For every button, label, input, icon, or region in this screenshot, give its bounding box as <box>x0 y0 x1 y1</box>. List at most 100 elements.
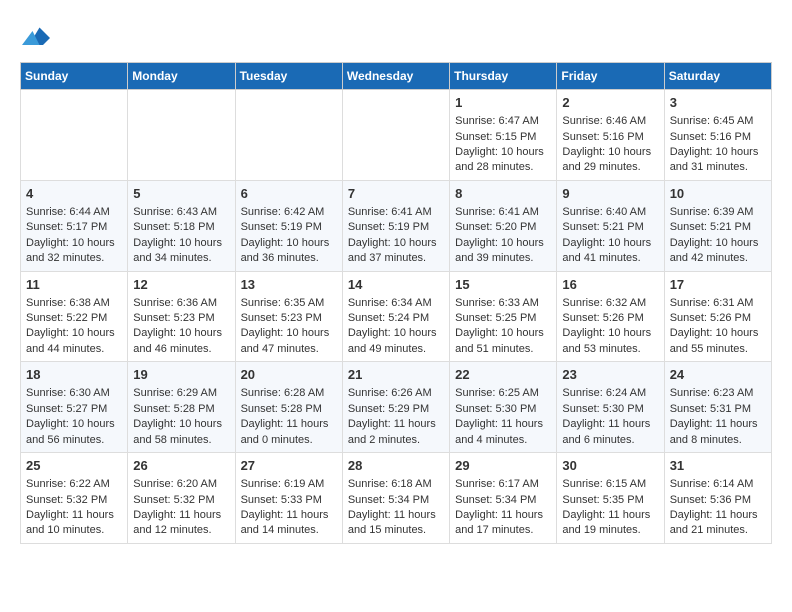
calendar-cell: 12Sunrise: 6:36 AMSunset: 5:23 PMDayligh… <box>128 271 235 362</box>
day-info: Daylight: 11 hours and 8 minutes. <box>670 417 766 448</box>
day-number: 25 <box>26 457 122 475</box>
day-info: Sunrise: 6:45 AM <box>670 114 766 129</box>
day-info: Daylight: 10 hours and 47 minutes. <box>241 326 337 357</box>
day-info: Daylight: 10 hours and 39 minutes. <box>455 236 551 267</box>
day-info: Sunset: 5:23 PM <box>241 311 337 326</box>
day-info: Daylight: 10 hours and 56 minutes. <box>26 417 122 448</box>
day-info: Daylight: 10 hours and 32 minutes. <box>26 236 122 267</box>
day-number: 13 <box>241 276 337 294</box>
day-number: 27 <box>241 457 337 475</box>
day-number: 1 <box>455 94 551 112</box>
day-number: 29 <box>455 457 551 475</box>
calendar-header-row: SundayMondayTuesdayWednesdayThursdayFrid… <box>21 63 772 90</box>
day-info: Sunset: 5:34 PM <box>348 493 444 508</box>
day-info: Daylight: 10 hours and 34 minutes. <box>133 236 229 267</box>
calendar-cell: 4Sunrise: 6:44 AMSunset: 5:17 PMDaylight… <box>21 180 128 271</box>
day-info: Sunrise: 6:38 AM <box>26 296 122 311</box>
day-number: 31 <box>670 457 766 475</box>
calendar-week-5: 25Sunrise: 6:22 AMSunset: 5:32 PMDayligh… <box>21 453 772 544</box>
day-number: 11 <box>26 276 122 294</box>
calendar-cell: 14Sunrise: 6:34 AMSunset: 5:24 PMDayligh… <box>342 271 449 362</box>
calendar-cell: 23Sunrise: 6:24 AMSunset: 5:30 PMDayligh… <box>557 362 664 453</box>
calendar-cell: 16Sunrise: 6:32 AMSunset: 5:26 PMDayligh… <box>557 271 664 362</box>
calendar-header-saturday: Saturday <box>664 63 771 90</box>
day-info: Sunrise: 6:39 AM <box>670 205 766 220</box>
day-info: Sunset: 5:18 PM <box>133 220 229 235</box>
calendar-cell: 28Sunrise: 6:18 AMSunset: 5:34 PMDayligh… <box>342 453 449 544</box>
calendar-header-sunday: Sunday <box>21 63 128 90</box>
day-info: Sunset: 5:17 PM <box>26 220 122 235</box>
calendar-cell <box>342 90 449 181</box>
day-info: Sunrise: 6:17 AM <box>455 477 551 492</box>
day-number: 2 <box>562 94 658 112</box>
day-info: Sunrise: 6:36 AM <box>133 296 229 311</box>
logo-icon <box>22 24 50 52</box>
calendar-cell: 26Sunrise: 6:20 AMSunset: 5:32 PMDayligh… <box>128 453 235 544</box>
calendar-cell: 6Sunrise: 6:42 AMSunset: 5:19 PMDaylight… <box>235 180 342 271</box>
day-info: Daylight: 10 hours and 49 minutes. <box>348 326 444 357</box>
day-info: Sunset: 5:15 PM <box>455 130 551 145</box>
calendar-cell: 3 Sunrise: 6:45 AMSunset: 5:16 PMDaylight… <box>664 90 771 181</box>
day-info: Sunset: 5:23 PM <box>133 311 229 326</box>
day-number: 12 <box>133 276 229 294</box>
calendar-week-2: 4Sunrise: 6:44 AMSunset: 5:17 PMDaylight… <box>21 180 772 271</box>
calendar-cell: 22Sunrise: 6:25 AMSunset: 5:30 PMDayligh… <box>450 362 557 453</box>
day-info: Sunset: 5:24 PM <box>348 311 444 326</box>
day-info: Sunset: 5:28 PM <box>133 402 229 417</box>
day-info: Sunrise: 6:41 AM <box>348 205 444 220</box>
day-info: Sunrise: 6:29 AM <box>133 386 229 401</box>
day-number: 20 <box>241 366 337 384</box>
day-info: Daylight: 11 hours and 6 minutes. <box>562 417 658 448</box>
calendar-table: SundayMondayTuesdayWednesdayThursdayFrid… <box>20 62 772 544</box>
day-info: Sunrise: 6:24 AM <box>562 386 658 401</box>
day-number: 9 <box>562 185 658 203</box>
calendar-cell: 19Sunrise: 6:29 AMSunset: 5:28 PMDayligh… <box>128 362 235 453</box>
day-info: Sunset: 5:21 PM <box>670 220 766 235</box>
day-number: 8 <box>455 185 551 203</box>
calendar-cell: 11Sunrise: 6:38 AMSunset: 5:22 PMDayligh… <box>21 271 128 362</box>
day-info: Daylight: 11 hours and 4 minutes. <box>455 417 551 448</box>
day-info: Daylight: 10 hours and 51 minutes. <box>455 326 551 357</box>
day-info: Sunset: 5:31 PM <box>670 402 766 417</box>
day-info: Sunrise: 6:33 AM <box>455 296 551 311</box>
day-info: Sunrise: 6:47 AM <box>455 114 551 129</box>
day-info: Daylight: 10 hours and 53 minutes. <box>562 326 658 357</box>
day-info: Daylight: 10 hours and 58 minutes. <box>133 417 229 448</box>
day-info: Sunset: 5:21 PM <box>562 220 658 235</box>
day-info: Sunset: 5:29 PM <box>348 402 444 417</box>
page-header <box>20 20 772 52</box>
day-number: 26 <box>133 457 229 475</box>
day-info: Sunset: 5:30 PM <box>562 402 658 417</box>
day-number: 14 <box>348 276 444 294</box>
calendar-cell: 20Sunrise: 6:28 AMSunset: 5:28 PMDayligh… <box>235 362 342 453</box>
calendar-header-monday: Monday <box>128 63 235 90</box>
calendar-cell: 21Sunrise: 6:26 AMSunset: 5:29 PMDayligh… <box>342 362 449 453</box>
day-info: Sunrise: 6:41 AM <box>455 205 551 220</box>
day-info: Sunset: 5:32 PM <box>26 493 122 508</box>
day-info: Daylight: 11 hours and 19 minutes. <box>562 508 658 539</box>
day-info: Sunrise: 6:19 AM <box>241 477 337 492</box>
day-info: Daylight: 10 hours and 31 minutes. <box>670 145 766 176</box>
calendar-cell: 5Sunrise: 6:43 AMSunset: 5:18 PMDaylight… <box>128 180 235 271</box>
day-number: 3 <box>670 94 766 112</box>
calendar-cell: 2Sunrise: 6:46 AMSunset: 5:16 PMDaylight… <box>557 90 664 181</box>
day-info: Sunrise: 6:28 AM <box>241 386 337 401</box>
day-info: Sunset: 5:16 PM <box>562 130 658 145</box>
day-info: Sunrise: 6:20 AM <box>133 477 229 492</box>
calendar-cell: 15Sunrise: 6:33 AMSunset: 5:25 PMDayligh… <box>450 271 557 362</box>
calendar-cell: 18Sunrise: 6:30 AMSunset: 5:27 PMDayligh… <box>21 362 128 453</box>
calendar-header-thursday: Thursday <box>450 63 557 90</box>
day-number: 24 <box>670 366 766 384</box>
day-number: 7 <box>348 185 444 203</box>
day-info: Daylight: 11 hours and 10 minutes. <box>26 508 122 539</box>
calendar-header-tuesday: Tuesday <box>235 63 342 90</box>
day-info: Daylight: 10 hours and 41 minutes. <box>562 236 658 267</box>
day-info: Daylight: 10 hours and 42 minutes. <box>670 236 766 267</box>
day-info: Daylight: 11 hours and 14 minutes. <box>241 508 337 539</box>
day-info: Daylight: 10 hours and 37 minutes. <box>348 236 444 267</box>
day-info: Sunset: 5:36 PM <box>670 493 766 508</box>
day-info: Sunset: 5:16 PM <box>670 130 766 145</box>
calendar-header-wednesday: Wednesday <box>342 63 449 90</box>
day-number: 5 <box>133 185 229 203</box>
day-info: Daylight: 11 hours and 0 minutes. <box>241 417 337 448</box>
